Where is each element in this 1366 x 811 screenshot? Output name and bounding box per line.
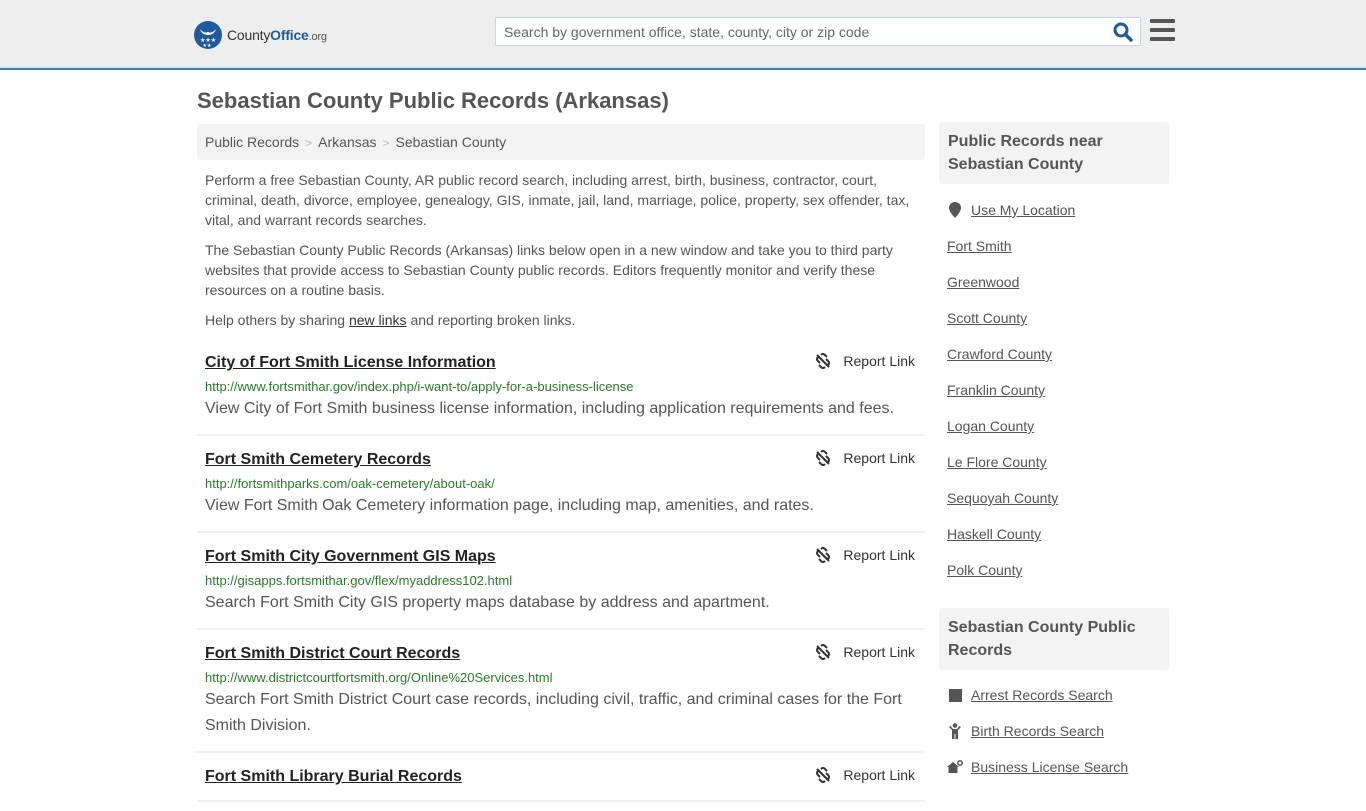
- square-icon: [947, 685, 963, 705]
- nearby-records-list: Use My Location Fort Smith Greenwood Sco…: [947, 200, 1167, 596]
- nearby-link-franklin-county[interactable]: Franklin County: [947, 380, 1167, 416]
- breadcrumb-separator: >: [382, 136, 390, 150]
- nearby-link-haskell-county[interactable]: Haskell County: [947, 524, 1167, 560]
- result-item: City of Fort Smith License Information R…: [197, 348, 925, 436]
- breadcrumb: Public Records > Arkansas > Sebastian County: [197, 124, 925, 160]
- result-description: View Fort Smith Oak Cemetery information…: [205, 497, 814, 514]
- broken-link-icon: [816, 547, 831, 563]
- result-url[interactable]: http://www.fortsmithar.gov/index.php/i-w…: [205, 378, 917, 396]
- report-link-button[interactable]: Report Link: [815, 353, 915, 369]
- page-title: Sebastian County Public Records (Arkansa…: [197, 88, 669, 113]
- results-list: City of Fort Smith License Information R…: [197, 348, 925, 811]
- result-item: Fort Smith City Government GIS Maps Repo…: [197, 542, 925, 630]
- site-logo[interactable]: ★★★ ★★ CountyOffice.org: [194, 20, 327, 50]
- nearby-link-scott-county[interactable]: Scott County: [947, 308, 1167, 344]
- svg-text:★★: ★★: [203, 43, 212, 49]
- search-input[interactable]: [496, 18, 1106, 45]
- report-link-button[interactable]: Report Link: [815, 450, 915, 466]
- intro-paragraph-1: Perform a free Sebastian County, AR publ…: [205, 172, 910, 228]
- result-description: Search Fort Smith District Court case re…: [205, 691, 902, 734]
- report-link-button[interactable]: Report Link: [815, 644, 915, 660]
- report-link-button[interactable]: Report Link: [815, 547, 915, 563]
- business-license-link[interactable]: Business License Search: [947, 757, 1167, 793]
- result-url[interactable]: http://gisapps.fortsmithar.gov/flex/myad…: [205, 572, 917, 590]
- breadcrumb-separator: >: [305, 136, 313, 150]
- breadcrumb-current: Sebastian County: [395, 134, 507, 150]
- business-icon: [947, 757, 963, 777]
- result-title-link[interactable]: City of Fort Smith License Information: [205, 352, 496, 374]
- intro-paragraph-2: The Sebastian County Public Records (Ark…: [205, 242, 893, 298]
- new-links-link[interactable]: new links: [349, 312, 407, 328]
- result-item: Fort Smith Cemetery Records Report Link …: [197, 445, 925, 533]
- result-title-link[interactable]: Fort Smith City Government GIS Maps: [205, 546, 496, 568]
- hamburger-menu-icon[interactable]: [1150, 19, 1175, 41]
- nearby-link-le-flore-county[interactable]: Le Flore County: [947, 452, 1167, 488]
- result-description: Search Fort Smith City GIS property maps…: [205, 594, 770, 611]
- nearby-link-logan-county[interactable]: Logan County: [947, 416, 1167, 452]
- result-url[interactable]: http://www.districtcourtfortsmith.org/On…: [205, 669, 917, 687]
- result-url[interactable]: http://fortsmithparks.com/oak-cemetery/a…: [205, 475, 917, 493]
- nearby-records-heading: Public Records near Sebastian County: [939, 122, 1169, 184]
- child-icon: [947, 721, 963, 741]
- nearby-link-greenwood[interactable]: Greenwood: [947, 272, 1167, 308]
- search-box: [495, 17, 1141, 46]
- nearby-link-fort-smith[interactable]: Fort Smith: [947, 236, 1167, 272]
- map-marker-icon: [947, 200, 963, 220]
- arrest-records-link[interactable]: Arrest Records Search: [947, 685, 1167, 721]
- broken-link-icon: [816, 450, 831, 466]
- birth-records-link[interactable]: Birth Records Search: [947, 721, 1167, 757]
- broken-link-icon: [816, 644, 831, 660]
- result-description: View City of Fort Smith business license…: [205, 400, 894, 417]
- breadcrumb-arkansas[interactable]: Arkansas: [318, 134, 376, 150]
- eagle-stars-logo-icon: ★★★ ★★: [194, 21, 222, 49]
- nearby-link-sequoyah-county[interactable]: Sequoyah County: [947, 488, 1167, 524]
- result-title-link[interactable]: Fort Smith District Court Records: [205, 643, 460, 665]
- result-title-link[interactable]: Fort Smith Library Burial Records: [205, 766, 462, 788]
- county-records-list: Arrest Records Search Birth Records Sear…: [947, 685, 1167, 793]
- county-records-heading: Sebastian County Public Records: [939, 608, 1169, 670]
- result-item: Fort Smith District Court Records Report…: [197, 639, 925, 753]
- intro-paragraph-3: Help others by sharing new links and rep…: [205, 312, 576, 328]
- report-link-button[interactable]: Report Link: [815, 767, 915, 783]
- result-item: Fort Smith Library Burial Records Report…: [197, 762, 925, 802]
- intro-text: Perform a free Sebastian County, AR publ…: [205, 170, 920, 340]
- broken-link-icon: [816, 353, 831, 369]
- use-my-location-link[interactable]: Use My Location: [947, 200, 1167, 236]
- search-icon[interactable]: [1112, 21, 1134, 43]
- nearby-link-polk-county[interactable]: Polk County: [947, 560, 1167, 596]
- logo-wordmark: CountyOffice.org: [227, 27, 327, 43]
- breadcrumb-public-records[interactable]: Public Records: [205, 134, 299, 150]
- top-navbar: ★★★ ★★ CountyOffice.org: [0, 0, 1366, 70]
- broken-link-icon: [816, 767, 831, 783]
- result-title-link[interactable]: Fort Smith Cemetery Records: [205, 449, 431, 471]
- nearby-link-crawford-county[interactable]: Crawford County: [947, 344, 1167, 380]
